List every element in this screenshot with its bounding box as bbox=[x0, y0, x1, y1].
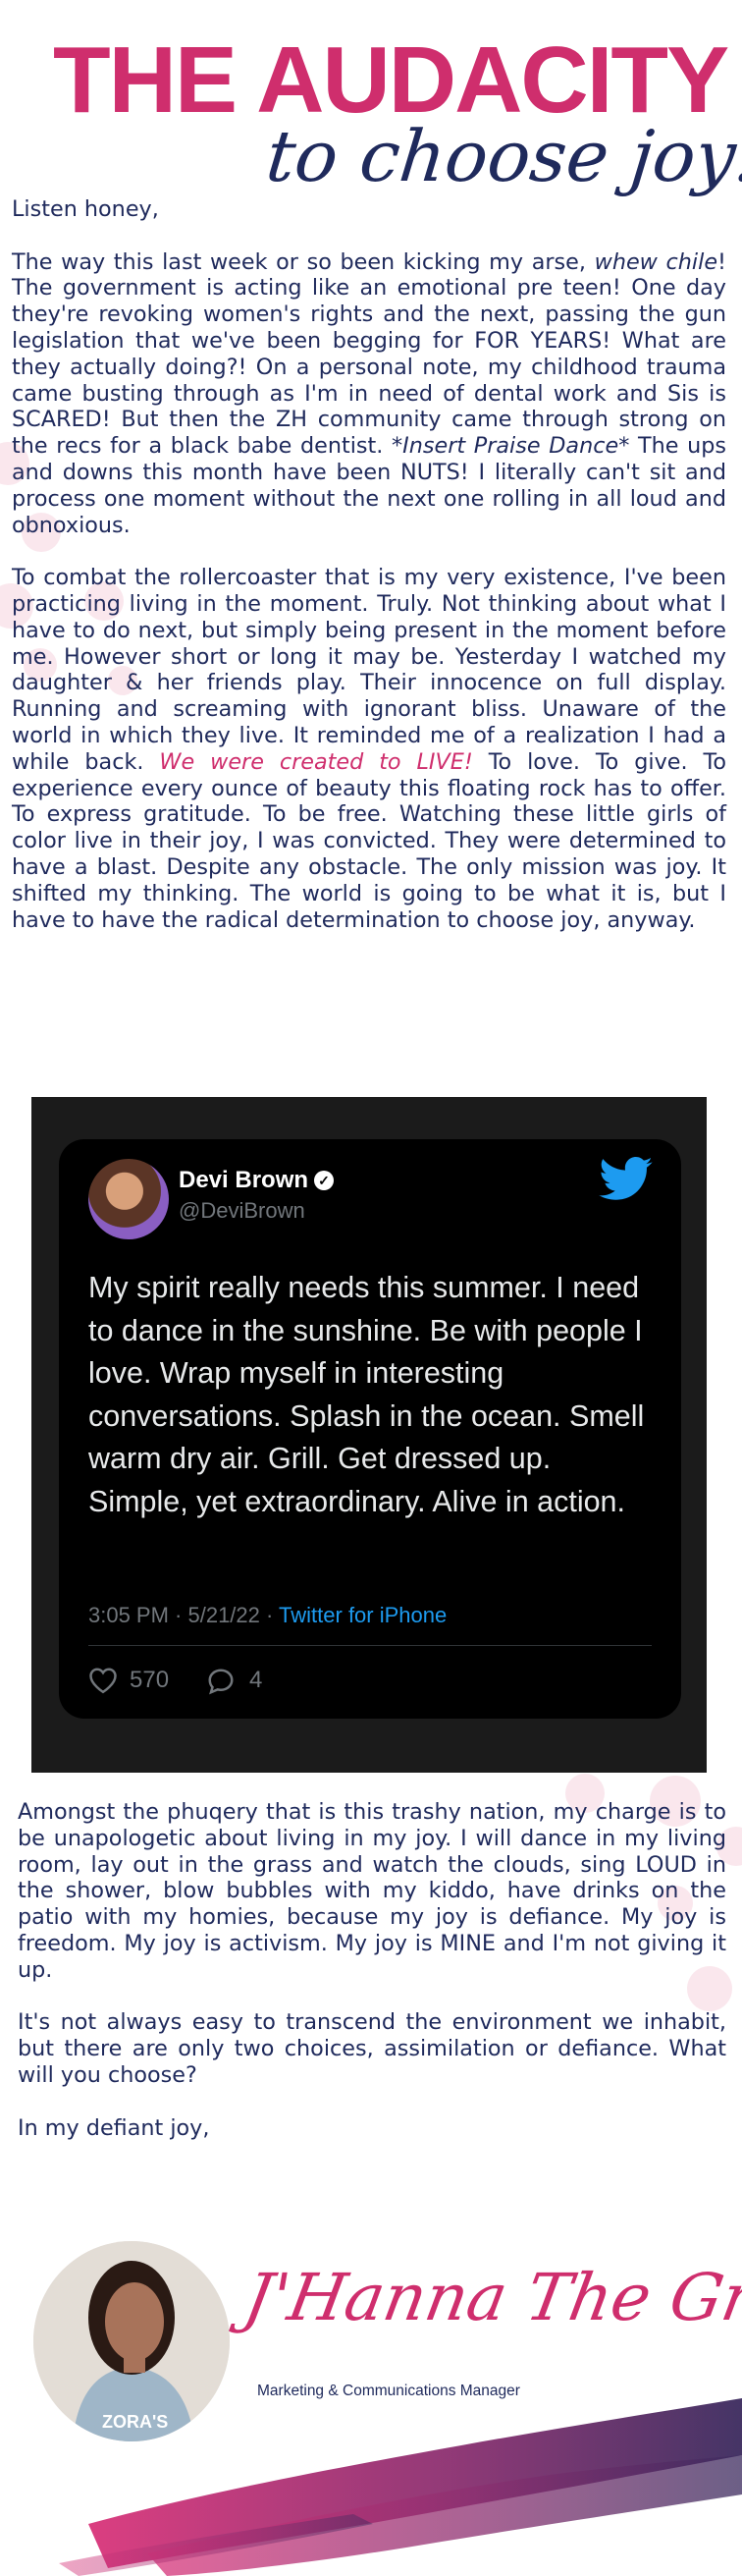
verified-badge-icon: ✓ bbox=[314, 1171, 335, 1190]
reply-bubble-icon[interactable] bbox=[206, 1668, 236, 1695]
tweet-author-handle[interactable]: @DeviBrown bbox=[179, 1198, 305, 1224]
letter-outro: Amongst the phuqery that is this trashy … bbox=[18, 1799, 726, 2141]
paragraph-3: Amongst the phuqery that is this trashy … bbox=[18, 1799, 726, 1983]
letter-intro: Listen honey, The way this last week or … bbox=[12, 196, 726, 933]
greeting: Listen honey, bbox=[12, 196, 159, 222]
signature-name: J'Hanna The Great bbox=[238, 2260, 742, 2335]
tweet-timestamp: 3:05 PM · 5/21/22 · bbox=[88, 1603, 280, 1627]
author-photo: ZORA'S bbox=[33, 2241, 230, 2441]
tweet-source-link[interactable]: Twitter for iPhone bbox=[279, 1603, 447, 1627]
highlight-quote: We were created to LIVE! bbox=[159, 748, 473, 775]
heart-icon[interactable] bbox=[88, 1667, 118, 1694]
shirt-text: ZORA'S bbox=[102, 2412, 168, 2432]
paragraph-4: It's not always easy to transcend the en… bbox=[18, 2009, 726, 2088]
reply-count: 4 bbox=[249, 1667, 263, 1693]
closing: In my defiant joy, bbox=[18, 2114, 210, 2141]
like-count: 570 bbox=[130, 1667, 170, 1693]
tweet-author-name[interactable]: Devi Brown ✓ bbox=[179, 1167, 335, 1194]
title-subtitle: to choose joy! bbox=[262, 115, 742, 197]
tweet-divider bbox=[88, 1645, 652, 1646]
paragraph-1: The way this last week or so been kickin… bbox=[12, 248, 727, 538]
tweet-meta: 3:05 PM · 5/21/22 · Twitter for iPhone bbox=[88, 1603, 447, 1628]
page-title: THE AUDACITY to choose joy! bbox=[0, 29, 742, 216]
tweet-body: My spirit really needs this summer. I ne… bbox=[88, 1271, 645, 1518]
paragraph-2: To combat the rollercoaster that is my v… bbox=[12, 565, 726, 933]
twitter-bird-icon[interactable] bbox=[599, 1157, 654, 1202]
signature-role: Marketing & Communications Manager bbox=[257, 2383, 520, 2399]
tweet-avatar[interactable] bbox=[88, 1159, 169, 1239]
